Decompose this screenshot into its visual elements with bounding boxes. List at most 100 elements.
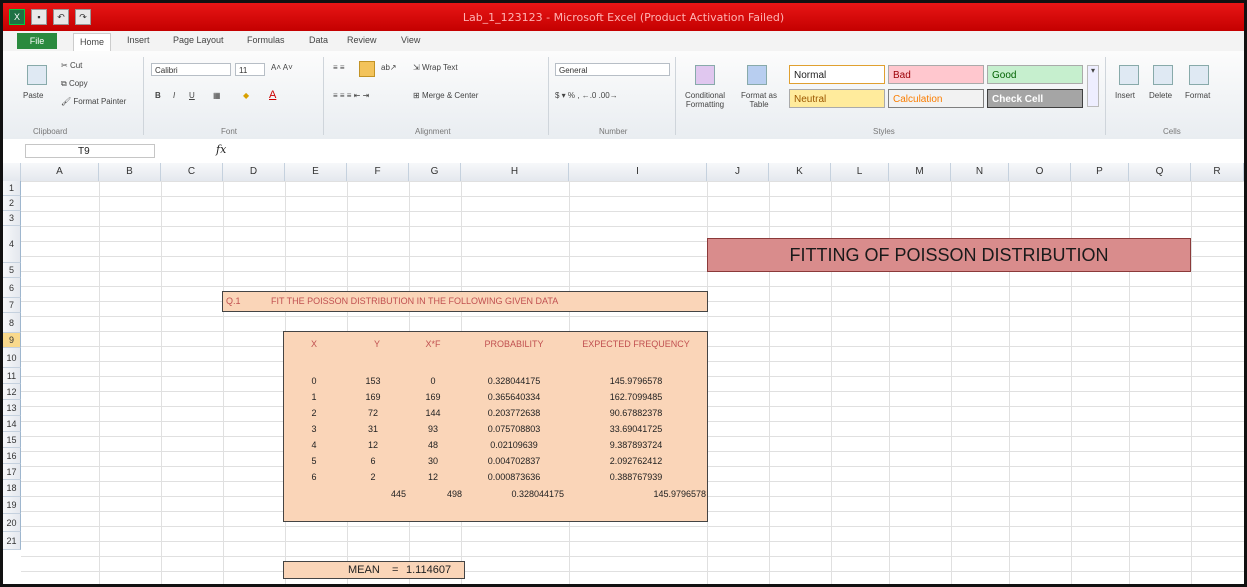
table-cell[interactable]: 169 bbox=[358, 392, 388, 402]
style-calculation[interactable]: Calculation bbox=[888, 89, 984, 108]
table-cell[interactable]: 48 bbox=[418, 440, 448, 450]
column-header[interactable]: O bbox=[1009, 163, 1071, 181]
table-cell[interactable]: 2.092762412 bbox=[568, 456, 704, 466]
total-y[interactable]: 445 bbox=[376, 489, 406, 499]
format-button[interactable]: Format bbox=[1185, 91, 1210, 100]
font-color-icon[interactable]: A bbox=[269, 89, 276, 101]
style-good[interactable]: Good bbox=[987, 65, 1083, 84]
row-header[interactable]: 13 bbox=[3, 400, 21, 416]
column-header[interactable]: A bbox=[21, 163, 99, 181]
tab-review[interactable]: Review bbox=[347, 35, 377, 45]
table-cell[interactable]: 0 bbox=[418, 376, 448, 386]
paste-button[interactable]: Paste bbox=[23, 91, 43, 100]
column-header[interactable]: F bbox=[347, 163, 409, 181]
insert-button[interactable]: Insert bbox=[1115, 91, 1135, 100]
wrap-text-button[interactable]: ⇲ Wrap Text bbox=[413, 63, 458, 72]
merge-center-button[interactable]: ⊞ Merge & Center bbox=[413, 91, 478, 100]
styles-more-icon[interactable]: ▾ bbox=[1087, 65, 1099, 107]
table-cell[interactable]: 162.7099485 bbox=[568, 392, 704, 402]
format-as-table-icon[interactable] bbox=[747, 65, 767, 85]
tab-data[interactable]: Data bbox=[309, 35, 328, 45]
mean-value[interactable]: 1.114607 bbox=[406, 562, 451, 578]
style-normal[interactable]: Normal bbox=[789, 65, 885, 84]
format-cells-icon[interactable] bbox=[1189, 65, 1209, 85]
row-header[interactable]: 1 bbox=[3, 181, 21, 196]
style-neutral[interactable]: Neutral bbox=[789, 89, 885, 108]
row-header[interactable]: 21 bbox=[3, 532, 21, 550]
table-cell[interactable]: 169 bbox=[418, 392, 448, 402]
table-cell[interactable]: 2 bbox=[304, 408, 324, 418]
number-format-select[interactable]: General bbox=[555, 63, 670, 76]
style-bad[interactable]: Bad bbox=[888, 65, 984, 84]
table-cell[interactable]: 145.9796578 bbox=[568, 376, 704, 386]
cut-button[interactable]: ✂ Cut bbox=[61, 61, 82, 70]
row-header[interactable]: 16 bbox=[3, 448, 21, 464]
total-xf[interactable]: 498 bbox=[432, 489, 462, 499]
table-cell[interactable]: 0.02109639 bbox=[464, 440, 564, 450]
font-name-select[interactable]: Calibri bbox=[151, 63, 231, 76]
tab-page-layout[interactable]: Page Layout bbox=[173, 35, 224, 45]
bold-button[interactable]: B bbox=[155, 91, 161, 100]
row-header[interactable]: 20 bbox=[3, 514, 21, 532]
formula-input[interactable] bbox=[235, 144, 1235, 158]
column-header[interactable]: I bbox=[569, 163, 707, 181]
table-cell[interactable]: 12 bbox=[418, 472, 448, 482]
fx-icon[interactable]: fx bbox=[216, 143, 226, 156]
table-cell[interactable]: 0.075708803 bbox=[464, 424, 564, 434]
copy-button[interactable]: ⧉ Copy bbox=[61, 79, 88, 89]
row-header[interactable]: 18 bbox=[3, 480, 21, 497]
conditional-formatting-icon[interactable] bbox=[695, 65, 715, 85]
row-header[interactable]: 2 bbox=[3, 196, 21, 211]
row-header[interactable]: 6 bbox=[3, 278, 21, 298]
column-header[interactable]: J bbox=[707, 163, 769, 181]
table-cell[interactable]: 31 bbox=[358, 424, 388, 434]
row-header[interactable]: 15 bbox=[3, 432, 21, 448]
select-all-corner[interactable] bbox=[3, 163, 21, 181]
table-cell[interactable]: 33.69041725 bbox=[568, 424, 704, 434]
table-cell[interactable]: 153 bbox=[358, 376, 388, 386]
table-cell[interactable]: 1 bbox=[304, 392, 324, 402]
table-cell[interactable]: 5 bbox=[304, 456, 324, 466]
row-header[interactable]: 8 bbox=[3, 313, 21, 333]
column-header[interactable]: E bbox=[285, 163, 347, 181]
grow-font-icon[interactable]: A˄ A˅ bbox=[271, 63, 293, 72]
table-cell[interactable]: 0.388767939 bbox=[568, 472, 704, 482]
table-cell[interactable]: 9.387893724 bbox=[568, 440, 704, 450]
name-box[interactable]: T9 bbox=[25, 144, 155, 158]
align-buttons[interactable]: ≡ ≡ ≡ ⇤ ⇥ bbox=[333, 91, 369, 100]
row-header[interactable]: 12 bbox=[3, 384, 21, 400]
tab-formulas[interactable]: Formulas bbox=[247, 35, 285, 45]
row-header[interactable]: 11 bbox=[3, 368, 21, 384]
conditional-formatting-button[interactable]: Conditional Formatting bbox=[681, 91, 729, 109]
table-cell[interactable]: 144 bbox=[418, 408, 448, 418]
delete-cells-icon[interactable] bbox=[1153, 65, 1173, 85]
table-cell[interactable]: 2 bbox=[358, 472, 388, 482]
table-cell[interactable]: 4 bbox=[304, 440, 324, 450]
borders-icon[interactable]: ▦ bbox=[213, 91, 221, 100]
table-cell[interactable]: 6 bbox=[358, 456, 388, 466]
paste-icon[interactable] bbox=[27, 65, 47, 85]
column-header[interactable]: G bbox=[409, 163, 461, 181]
row-header-selected[interactable]: 9 bbox=[3, 333, 21, 348]
row-header[interactable]: 10 bbox=[3, 348, 21, 368]
column-header[interactable]: D bbox=[223, 163, 285, 181]
style-check-cell[interactable]: Check Cell bbox=[987, 89, 1083, 108]
tab-home[interactable]: Home bbox=[73, 33, 112, 51]
top-align-icon[interactable]: ≡ ≡ bbox=[333, 63, 345, 72]
table-cell[interactable]: 6 bbox=[304, 472, 324, 482]
table-cell[interactable]: 12 bbox=[358, 440, 388, 450]
column-header[interactable]: Q bbox=[1129, 163, 1191, 181]
row-header[interactable]: 3 bbox=[3, 211, 21, 226]
table-cell[interactable]: 30 bbox=[418, 456, 448, 466]
column-header[interactable]: P bbox=[1071, 163, 1129, 181]
fill-color-icon[interactable]: ◆ bbox=[243, 91, 249, 100]
column-header[interactable]: H bbox=[461, 163, 569, 181]
insert-cells-icon[interactable] bbox=[1119, 65, 1139, 85]
table-cell[interactable]: 0 bbox=[304, 376, 324, 386]
total-expected-frequency[interactable]: 145.9796578 bbox=[568, 489, 706, 499]
underline-button[interactable]: U bbox=[189, 91, 195, 100]
column-header[interactable]: K bbox=[769, 163, 831, 181]
row-header[interactable]: 17 bbox=[3, 464, 21, 480]
bottom-align-icon[interactable] bbox=[359, 61, 375, 77]
table-cell[interactable]: 0.203772638 bbox=[464, 408, 564, 418]
